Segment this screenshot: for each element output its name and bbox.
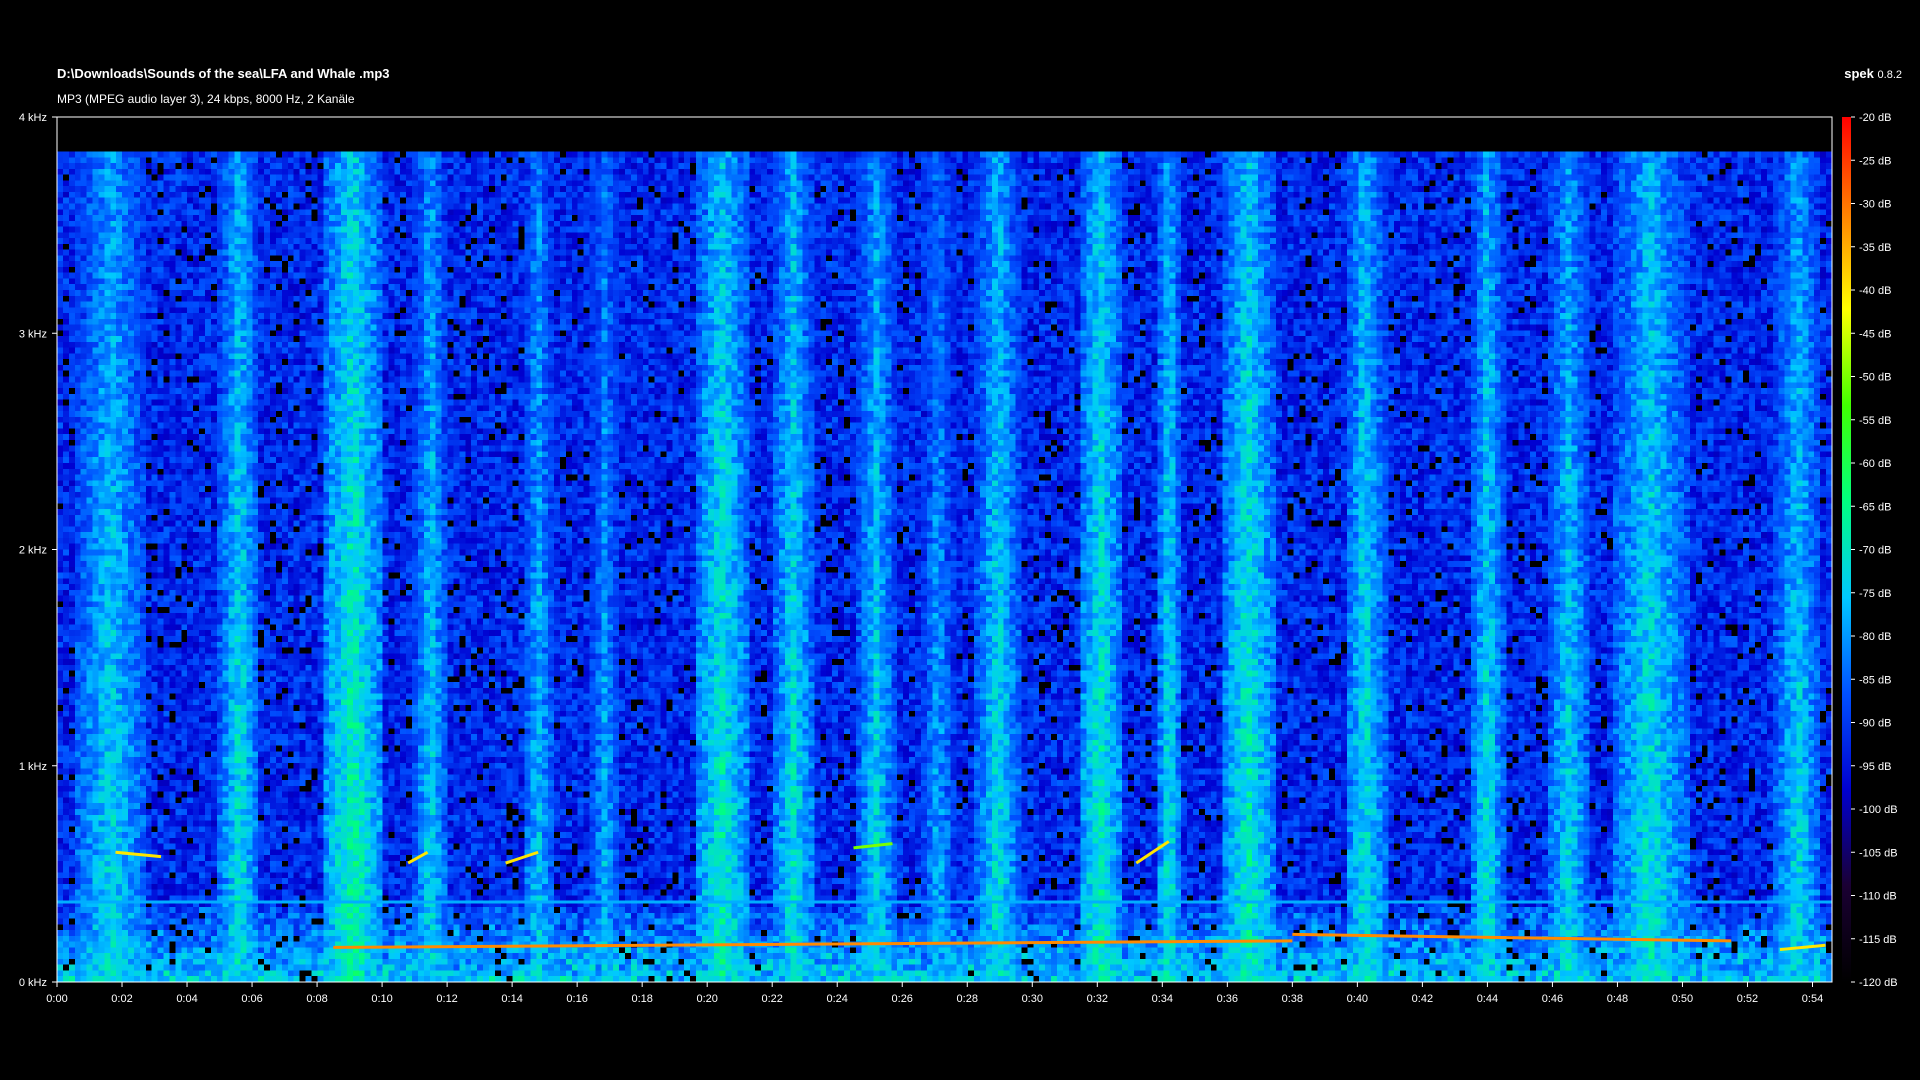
x-tick-label: 0:40 [1347, 993, 1368, 1005]
x-tick-label: 0:42 [1412, 993, 1433, 1005]
y-tick-label: 4 kHz [19, 112, 47, 124]
x-tick-label: 0:28 [957, 993, 978, 1005]
y-tick-label: 0 kHz [19, 977, 47, 989]
x-tick-label: 0:16 [566, 993, 587, 1005]
x-tick-label: 0:32 [1087, 993, 1108, 1005]
colorbar: -20 dB -25 dB -30 dB -35 dB -40 dB -45 dB -50 … [1842, 112, 1898, 989]
x-tick-label: 0:02 [111, 993, 132, 1005]
colorbar-tick-label: -25 dB [1859, 155, 1891, 167]
y-tick-label: 2 kHz [19, 545, 47, 557]
x-tick-label: 0:06 [241, 993, 262, 1005]
colorbar-tick-label: -100 dB [1859, 804, 1898, 816]
colorbar-tick-label: -110 dB [1859, 891, 1897, 903]
y-tick-label: 1 kHz [19, 761, 47, 773]
colorbar-scale [1842, 117, 1851, 982]
colorbar-tick-label: -95 dB [1859, 761, 1891, 773]
x-tick-label: 0:20 [696, 993, 717, 1005]
colorbar-tick-label: -50 dB [1859, 372, 1891, 384]
x-tick-label: 0:08 [306, 993, 327, 1005]
x-tick-label: 0:46 [1542, 993, 1563, 1005]
x-tick-label: 0:34 [1152, 993, 1173, 1005]
x-tick-label: 0:14 [501, 993, 522, 1005]
x-tick-label: 0:04 [176, 993, 197, 1005]
x-tick-label: 0:26 [892, 993, 913, 1005]
colorbar-tick-label: -85 dB [1859, 674, 1891, 686]
colorbar-tick-label: -20 dB [1859, 112, 1891, 124]
colorbar-tick-label: -70 dB [1859, 545, 1891, 557]
spectrogram-chart: 0:00 0:02 0:04 0:06 0:08 0:10 0:12 0:14 0:16 0:18… [19, 112, 1898, 1005]
x-tick-label: 0:18 [631, 993, 652, 1005]
spectrogram-area [57, 117, 1832, 982]
x-tick-label: 0:54 [1802, 993, 1823, 1005]
spectrogram-image [57, 117, 1832, 982]
x-tick-label: 0:48 [1607, 993, 1628, 1005]
x-tick-label: 0:24 [827, 993, 848, 1005]
x-tick-label: 0:30 [1022, 993, 1043, 1005]
colorbar-tick-label: -65 dB [1859, 501, 1891, 513]
y-tick-label: 3 kHz [19, 328, 47, 340]
colorbar-tick-label: -115 dB [1859, 934, 1897, 946]
x-tick-label: 0:00 [46, 993, 67, 1005]
colorbar-tick-label: -35 dB [1859, 242, 1891, 254]
x-tick-label: 0:10 [371, 993, 392, 1005]
colorbar-tick-label: -90 dB [1859, 718, 1891, 730]
x-tick-label: 0:12 [436, 993, 457, 1005]
x-tick-label: 0:22 [761, 993, 782, 1005]
x-tick-label: 0:50 [1672, 993, 1693, 1005]
colorbar-tick-label: -105 dB [1859, 847, 1898, 859]
colorbar-tick-label: -75 dB [1859, 588, 1891, 600]
colorbar-tick-label: -40 dB [1859, 285, 1891, 297]
x-tick-label: 0:36 [1217, 993, 1238, 1005]
x-tick-label: 0:38 [1282, 993, 1303, 1005]
x-tick-label: 0:44 [1477, 993, 1498, 1005]
colorbar-tick-label: -120 dB [1859, 977, 1898, 989]
colorbar-tick-label: -30 dB [1859, 199, 1891, 211]
colorbar-tick-label: -55 dB [1859, 415, 1891, 427]
x-tick-label: 0:52 [1737, 993, 1758, 1005]
colorbar-tick-label: -80 dB [1859, 631, 1891, 643]
colorbar-tick-label: -45 dB [1859, 328, 1891, 340]
colorbar-tick-label: -60 dB [1859, 458, 1891, 470]
